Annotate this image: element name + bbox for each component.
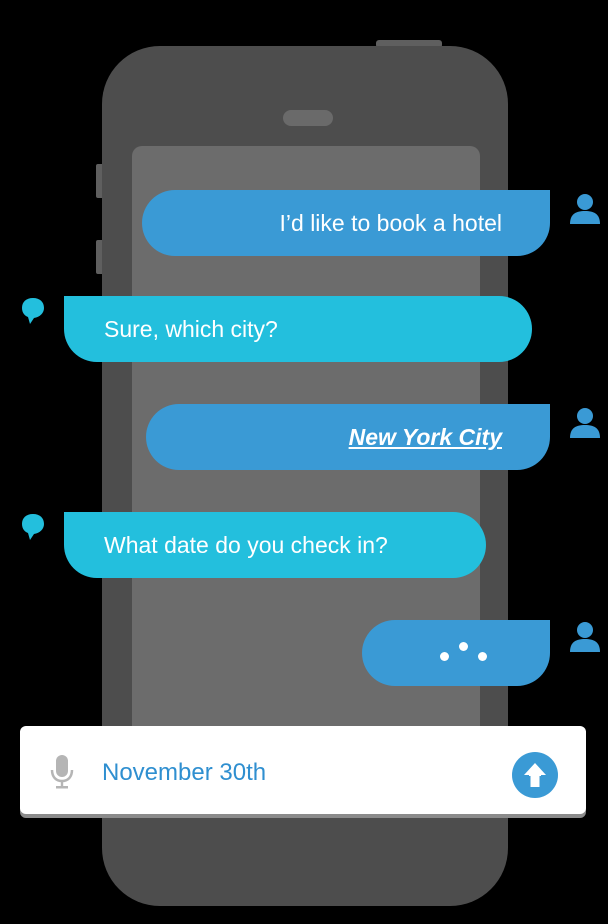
message-text: What date do you check in?	[104, 531, 388, 558]
send-button[interactable]	[512, 752, 558, 798]
arrow-up-icon	[524, 763, 546, 787]
message-input[interactable]: November 30th	[102, 756, 266, 790]
phone-speaker	[283, 110, 333, 126]
typing-dot	[478, 652, 487, 661]
chat-illustration: I’d like to book a hotel Sure, which cit…	[0, 0, 608, 924]
message-text: I’d like to book a hotel	[279, 209, 502, 236]
microphone-icon[interactable]	[50, 755, 74, 789]
user-icon	[570, 622, 600, 652]
message-text: New York City	[348, 423, 502, 450]
chat-bubble-icon	[22, 298, 44, 324]
typing-indicator-bubble	[362, 620, 550, 686]
typing-dots	[440, 640, 490, 670]
typing-dot	[459, 642, 468, 651]
message-text: Sure, which city?	[104, 315, 278, 342]
user-message-bubble: New York City	[146, 404, 550, 470]
user-icon	[570, 408, 600, 438]
bot-message-bubble: What date do you check in?	[64, 512, 486, 578]
user-message-bubble: I’d like to book a hotel	[142, 190, 550, 256]
bot-message-bubble: Sure, which city?	[64, 296, 532, 362]
typing-dot	[440, 652, 449, 661]
user-icon	[570, 194, 600, 224]
chat-bubble-icon	[22, 514, 44, 540]
